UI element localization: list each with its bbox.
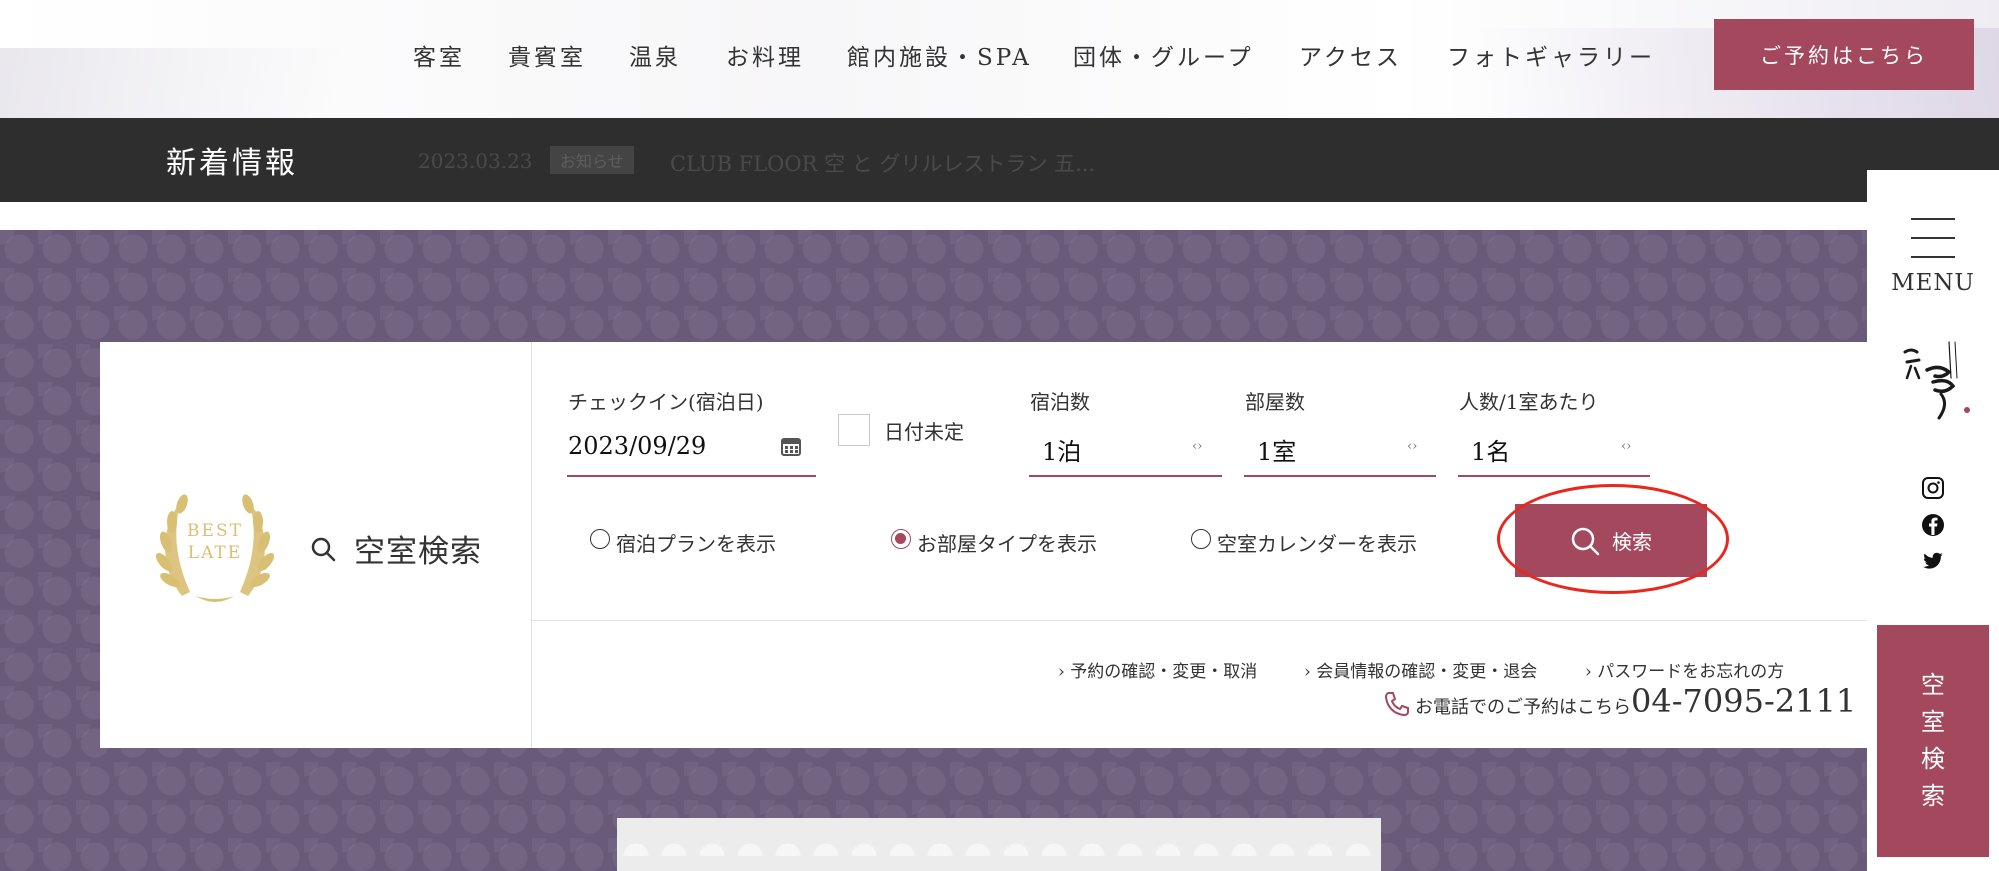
rooms-select[interactable]: 1室 [1257,432,1296,467]
reserve-button[interactable]: ご予約はこちら [1714,19,1974,90]
radio-show-room-types-label[interactable]: お部屋タイプを表示 [917,528,1097,557]
search-icon [311,537,336,562]
people-underline [1458,475,1650,477]
phone-reservation-text: お電話でのご予約はこちら [1415,697,1631,718]
badge-line-1: BEST [187,521,243,541]
search-button[interactable]: 検索 [1515,504,1707,577]
search-panel-heading-area: BEST LATE 空室検索 [100,342,532,748]
nav-item-cuisine[interactable]: お料理 [726,38,804,72]
vacancy-char: 検 [1921,745,1945,773]
radio-show-room-types[interactable] [891,529,911,549]
search-heading: 空室検索 [354,534,482,570]
calendar-icon[interactable] [780,435,802,457]
facebook-icon[interactable] [1921,513,1945,537]
phone-icon [1384,692,1409,717]
lower-content-panel [617,818,1381,871]
search-icon [1571,527,1600,555]
phone-number[interactable]: 04-7095-2111 [1631,682,1856,720]
nav-item-hot-spring[interactable]: 温泉 [629,38,681,72]
menu-label[interactable]: MENU [1867,270,1999,296]
nights-label: 宿泊数 [1030,390,1090,414]
chevron-down-icon: ‹› [1621,439,1632,454]
right-sidebar: MENU 空 室 検 索 [1867,170,1999,871]
search-button-label: 検索 [1612,530,1652,554]
nav-item-vip-rooms[interactable]: 貴賓室 [508,38,586,72]
panel-divider [532,620,1868,621]
badge-line-2: LATE [187,543,243,563]
link-confirm-reservation-label: 予約の確認・変更・取消 [1070,662,1258,682]
nav-item-access[interactable]: アクセス [1299,38,1402,72]
link-forgot-password[interactable]: › パスワードをお忘れの方 [1585,657,1784,682]
link-member-info[interactable]: › 会員情報の確認・変更・退会 [1304,657,1537,682]
news-title: 新着情報 [166,146,298,181]
news-tag: お知らせ [550,146,634,174]
nights-underline [1029,475,1222,477]
vacancy-char: 室 [1921,708,1945,736]
people-select[interactable]: 1名 [1471,432,1510,467]
vacancy-char: 空 [1921,671,1945,699]
vacancy-search-panel: BEST LATE 空室検索 チェックイン(宿泊日) 2023/09/29 日付… [100,342,1868,748]
nav-item-rooms[interactable]: 客室 [413,38,465,72]
nav-item-photo-gallery[interactable]: フォトギャラリー [1447,38,1655,72]
date-undecided-label: 日付未定 [884,420,964,444]
menu-hamburger-icon[interactable] [1911,218,1955,258]
nights-select[interactable]: 1泊 [1042,432,1081,467]
radio-show-plans[interactable] [590,529,610,549]
radio-show-calendar-label[interactable]: 空室カレンダーを表示 [1217,528,1417,557]
radio-show-calendar[interactable] [1191,529,1211,549]
nav-item-facilities-spa[interactable]: 館内施設・SPA [847,38,1032,72]
best-rate-badge-text: BEST LATE [152,520,278,564]
news-bar: 新着情報 2023.03.23 お知らせ CLUB FLOOR 空 と グリルレ… [0,118,1999,202]
nav-item-groups[interactable]: 団体・グループ [1073,38,1254,72]
link-confirm-reservation[interactable]: › 予約の確認・変更・取消 [1058,657,1257,682]
instagram-icon[interactable] [1921,476,1945,500]
people-label: 人数/1室あたり [1459,390,1599,414]
chevron-down-icon: ‹› [1407,439,1418,454]
checkin-underline [567,475,816,477]
hotel-logo[interactable] [1897,338,1977,428]
checkin-date-field[interactable]: 2023/09/29 [568,432,706,460]
link-member-info-label: 会員情報の確認・変更・退会 [1316,662,1538,682]
chevron-down-icon: ‹› [1192,439,1203,454]
rooms-label: 部屋数 [1245,390,1305,414]
vacancy-search-side-button[interactable]: 空 室 検 索 [1877,625,1989,857]
vacancy-char: 索 [1921,782,1945,810]
twitter-icon[interactable] [1921,549,1945,573]
link-forgot-password-label: パスワードをお忘れの方 [1597,662,1785,682]
radio-show-plans-label[interactable]: 宿泊プランを表示 [616,528,776,557]
global-nav: 客室 貴賓室 温泉 お料理 館内施設・SPA 団体・グループ アクセス フォトギ… [0,0,1999,110]
date-undecided-checkbox[interactable] [838,414,870,446]
news-headline-link[interactable]: CLUB FLOOR 空 と グリルレストラン 五... [670,148,1095,178]
site-header: 客室 貴賓室 温泉 お料理 館内施設・SPA 団体・グループ アクセス フォトギ… [0,0,1999,118]
news-date: 2023.03.23 [418,149,533,173]
checkin-label: チェックイン(宿泊日) [568,390,764,414]
rooms-underline [1244,475,1436,477]
